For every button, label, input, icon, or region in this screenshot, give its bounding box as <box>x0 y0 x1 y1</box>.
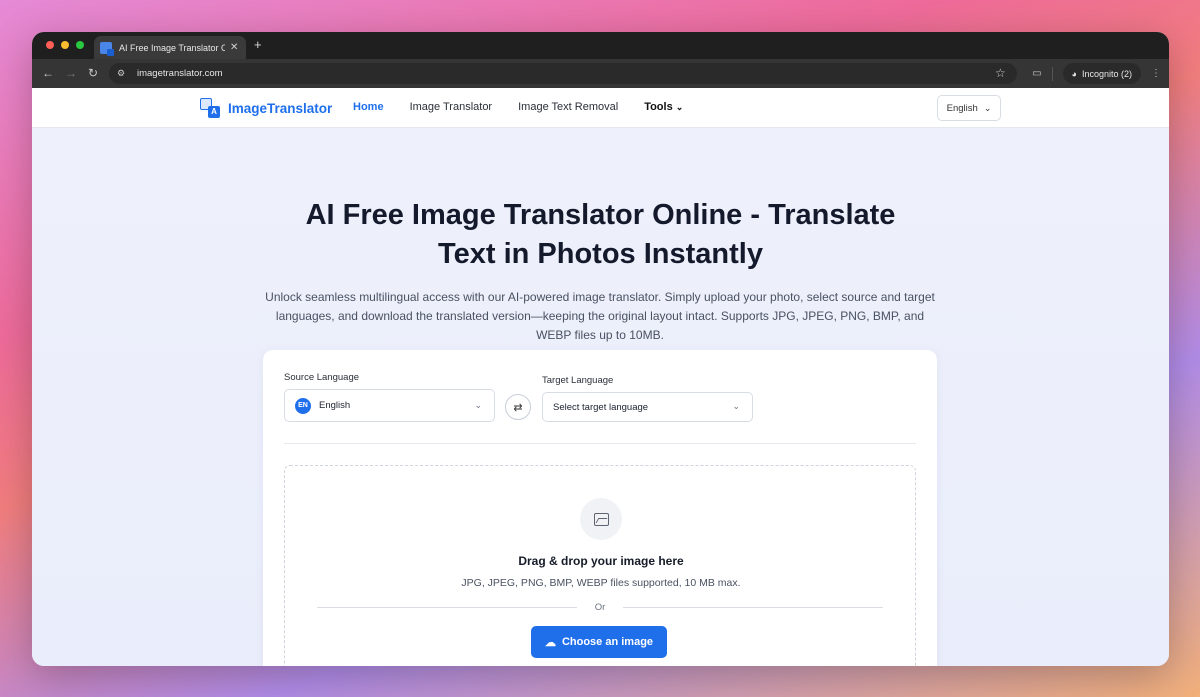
chevron-down-icon: ⌄ <box>474 400 482 410</box>
chevron-down-icon: ⌄ <box>732 401 740 411</box>
swap-arrows-icon: ⇄ <box>513 401 523 414</box>
or-divider: Or <box>317 602 883 613</box>
image-dropzone[interactable]: Drag & drop your image here JPG, JPEG, P… <box>284 465 916 666</box>
main-nav: Home Image Translator Image Text Removal… <box>353 101 683 113</box>
page-title: AI Free Image Translator Online - Transl… <box>305 199 896 270</box>
maximize-window-dot[interactable] <box>76 41 84 49</box>
swap-languages-button[interactable]: ⇄ <box>505 394 531 420</box>
incognito-button[interactable]: ◕ Incognito (2) <box>1062 63 1141 84</box>
toolbar-separator <box>1051 66 1053 81</box>
toolbar-right: ▭ ◕ Incognito (2) ⋮ <box>1032 63 1161 84</box>
browser-tab[interactable]: AI Free Image Translator Onli ✕ <box>94 36 246 59</box>
site-settings-icon[interactable]: ⚙ <box>117 68 131 79</box>
chevron-down-icon: ⌄ <box>675 102 684 112</box>
incognito-label: Incognito (2) <box>1081 68 1132 79</box>
address-bar[interactable]: ⚙ imagetranslator.com ☆ <box>109 63 1017 84</box>
forward-icon[interactable]: → <box>65 66 77 80</box>
dropzone-subtitle: JPG, JPEG, PNG, BMP, WEBP files supporte… <box>461 577 741 589</box>
bookmark-star-icon[interactable]: ☆ <box>995 66 1017 80</box>
upload-cloud-icon: ☁ <box>544 636 556 649</box>
site-header: A ImageTranslator Home Image Translator … <box>32 88 1169 128</box>
chevron-down-icon: ⌄ <box>983 102 992 113</box>
nav-link-image-text-removal[interactable]: Image Text Removal <box>518 101 618 113</box>
choose-image-button[interactable]: ☁ Choose an image <box>531 626 667 658</box>
nav-link-tools[interactable]: Tools ⌄ <box>644 101 683 113</box>
site-logo[interactable]: A ImageTranslator <box>200 98 332 118</box>
nav-link-image-translator[interactable]: Image Translator <box>410 101 493 113</box>
section-divider <box>284 443 916 444</box>
reload-icon[interactable]: ↻ <box>88 66 98 80</box>
tab-strip: AI Free Image Translator Onli ✕ + <box>32 32 1169 59</box>
incognito-icon: ◕ <box>1071 68 1077 79</box>
close-window-dot[interactable] <box>46 41 54 49</box>
browser-window: AI Free Image Translator Onli ✕ + ← → ↻ … <box>32 32 1169 666</box>
image-icon <box>580 498 622 540</box>
new-tab-icon[interactable]: + <box>254 37 262 52</box>
or-text: Or <box>594 602 606 613</box>
window-controls <box>46 41 84 49</box>
dropzone-title: Drag & drop your image here <box>518 554 684 568</box>
english-flag-badge: EN <box>295 397 311 414</box>
hero-description: Unlock seamless multilingual access with… <box>265 290 935 342</box>
side-panel-icon[interactable]: ▭ <box>1032 68 1041 79</box>
back-icon[interactable]: ← <box>42 66 54 80</box>
minimize-window-dot[interactable] <box>61 41 69 49</box>
source-language-value: English <box>319 400 351 411</box>
close-tab-icon[interactable]: ✕ <box>230 42 238 53</box>
translator-card: Source Language EN English ⌄ ⇄ Target La… <box>263 350 937 666</box>
browser-toolbar: ← → ↻ ⚙ imagetranslator.com ☆ ▭ ◕ Incogn… <box>32 59 1169 88</box>
target-language-select[interactable]: Select target language ⌄ <box>542 392 753 422</box>
language-switcher[interactable]: English ⌄ <box>937 95 1001 121</box>
nav-link-home[interactable]: Home <box>353 101 384 113</box>
source-language-select[interactable]: EN English ⌄ <box>284 389 495 422</box>
menu-kebab-icon[interactable]: ⋮ <box>1151 68 1161 79</box>
target-language-placeholder: Select target language <box>553 401 649 413</box>
source-language-label: Source Language <box>284 372 360 383</box>
logo-icon: A <box>200 98 220 118</box>
favicon-icon <box>100 41 114 56</box>
url-text: imagetranslator.com <box>137 68 223 79</box>
tab-title: AI Free Image Translator Onli <box>119 42 225 53</box>
language-switcher-label: English <box>946 102 978 114</box>
hero-section: AI Free Image Translator Online - Transl… <box>32 128 1169 666</box>
logo-text: ImageTranslator <box>228 100 333 116</box>
choose-image-label: Choose an image <box>561 636 654 648</box>
target-language-label: Target Language <box>542 375 614 386</box>
